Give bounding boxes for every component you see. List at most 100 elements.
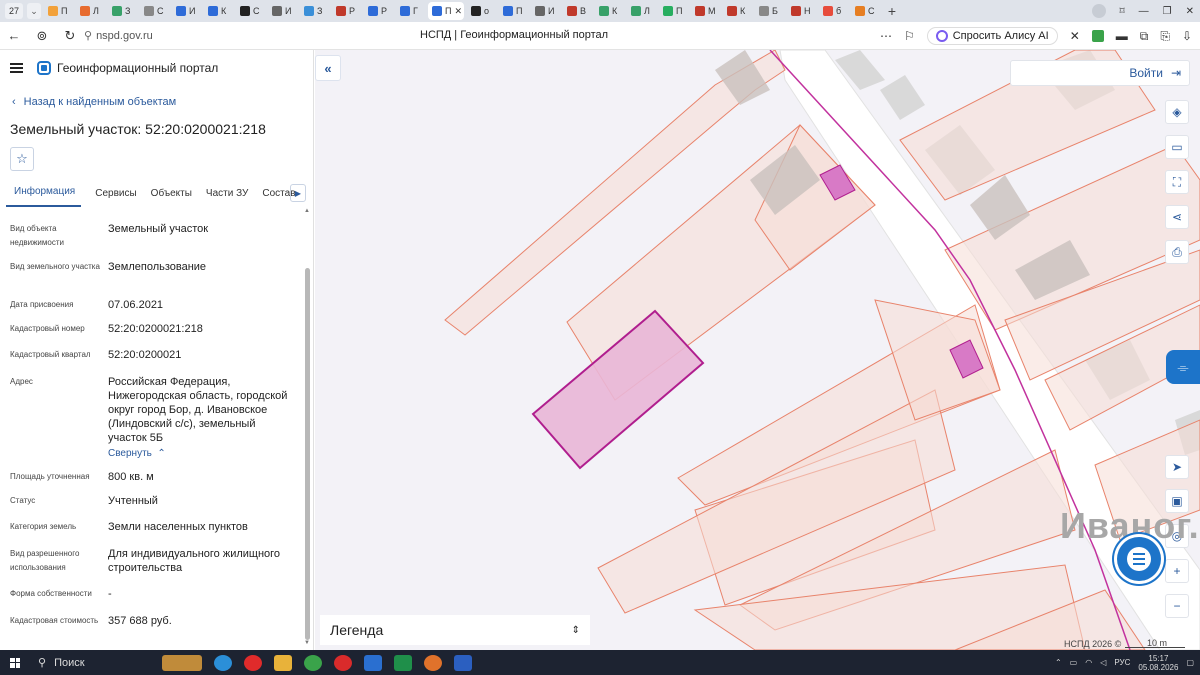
support-badge-button[interactable]: ⌯ bbox=[1166, 350, 1200, 384]
browser-tab[interactable]: С bbox=[236, 2, 265, 20]
browser-tab[interactable]: И bbox=[172, 2, 201, 20]
extension-pin-icon[interactable]: ✕ bbox=[1070, 29, 1080, 43]
restore-icon[interactable]: ❐ bbox=[1163, 6, 1172, 17]
tab-close-icon[interactable]: ✕ bbox=[454, 6, 462, 17]
tray-chevron-icon[interactable]: ⌃ bbox=[1055, 658, 1062, 667]
share-button[interactable]: ⋖ bbox=[1165, 205, 1189, 229]
browser-tab[interactable]: Л bbox=[627, 2, 656, 20]
extension-green-icon[interactable] bbox=[1091, 30, 1104, 42]
tabs-next-arrow-icon[interactable]: ▶ bbox=[290, 184, 306, 202]
bookmark-flag-icon[interactable]: ⚐ bbox=[904, 29, 915, 43]
browser-tab[interactable]: З bbox=[108, 2, 137, 20]
network-icon[interactable]: ▭ bbox=[1070, 658, 1078, 667]
scroll-up-arrow-icon[interactable]: ▲ bbox=[304, 208, 310, 214]
attribute-label: Дата присвоения bbox=[10, 300, 74, 309]
yandex-browser-icon[interactable] bbox=[244, 654, 262, 671]
browser-tab[interactable]: б bbox=[819, 2, 848, 20]
browser-tab[interactable]: П bbox=[44, 2, 73, 20]
chat-assistant-button[interactable] bbox=[1117, 537, 1161, 581]
clock[interactable]: 15:17 05.08.2026 bbox=[1138, 654, 1178, 672]
more-dots-icon[interactable]: ⋯ bbox=[880, 29, 892, 43]
browser-tab[interactable]: И bbox=[531, 2, 560, 20]
word-icon[interactable] bbox=[454, 654, 472, 671]
downloads-icon[interactable]: ⇩ bbox=[1182, 29, 1192, 43]
select-area-button[interactable]: ⛶ bbox=[1165, 170, 1189, 194]
tab-information[interactable]: Информация bbox=[6, 186, 82, 207]
print-button[interactable]: ⎙ bbox=[1165, 240, 1189, 264]
collections-icon[interactable]: ⎘ bbox=[1160, 29, 1170, 44]
legend-toggle[interactable]: Легенда ⇕ bbox=[320, 615, 590, 645]
taskbar-search[interactable]: ⚲ Поиск bbox=[30, 650, 150, 675]
ask-alice-button[interactable]: Спросить Алису AI bbox=[926, 27, 1058, 45]
zoom-in-button[interactable]: + bbox=[1165, 559, 1189, 583]
browser-tab[interactable]: С bbox=[140, 2, 169, 20]
attribute-label: Кадастровый номер bbox=[10, 324, 85, 333]
extension-cap-icon[interactable]: ▬ bbox=[1116, 29, 1128, 43]
edge-browser-icon[interactable] bbox=[214, 654, 232, 671]
minimize-icon[interactable]: — bbox=[1139, 6, 1149, 17]
browser-tab[interactable]: Л bbox=[76, 2, 105, 20]
login-button[interactable]: Войти ⇥ bbox=[1010, 60, 1190, 86]
browser-tab[interactable]: Р bbox=[332, 2, 361, 20]
cadastral-map[interactable] bbox=[315, 50, 1200, 650]
panel-scrollbar[interactable] bbox=[305, 268, 310, 640]
profile-avatar[interactable] bbox=[1091, 4, 1106, 18]
extensions-puzzle-icon[interactable]: ⧉ bbox=[1140, 29, 1149, 44]
browser-tab[interactable]: К bbox=[723, 2, 752, 20]
menu-burger-icon[interactable] bbox=[10, 63, 23, 73]
language-indicator[interactable]: РУС bbox=[1114, 658, 1130, 667]
back-arrow-icon[interactable]: ← bbox=[0, 22, 28, 50]
tab-list-chevron-icon[interactable]: ⌄ bbox=[27, 3, 41, 19]
zoom-out-button[interactable]: − bbox=[1165, 594, 1189, 618]
browser-tab[interactable]: П ✕ bbox=[428, 2, 464, 20]
excel-icon[interactable] bbox=[394, 654, 412, 671]
browser-tab[interactable]: П bbox=[659, 2, 688, 20]
tab-favicon-icon bbox=[599, 6, 609, 16]
layers-button[interactable]: ◈ bbox=[1165, 100, 1189, 124]
app-orange-icon[interactable] bbox=[424, 654, 442, 671]
browser-tab[interactable]: В bbox=[563, 2, 592, 20]
tab-land-parts[interactable]: Части ЗУ bbox=[206, 188, 248, 207]
browser-tab[interactable]: К bbox=[595, 2, 624, 20]
reload-icon[interactable]: ↻ bbox=[56, 22, 84, 50]
browser-tab[interactable]: П bbox=[499, 2, 528, 20]
panel-header: Геоинформационный портал bbox=[0, 50, 313, 86]
browser-tab[interactable]: С bbox=[851, 2, 880, 20]
collapse-address-link[interactable]: Свернуть ⌃ bbox=[108, 448, 166, 459]
favorite-star-button[interactable]: ☆ bbox=[10, 147, 34, 171]
file-explorer-icon[interactable] bbox=[274, 654, 292, 671]
attribute-label: Площадь уточненная bbox=[10, 472, 90, 481]
browser-tab[interactable]: Р bbox=[364, 2, 393, 20]
wifi-icon[interactable]: ◠ bbox=[1085, 658, 1092, 667]
app-window-icon[interactable] bbox=[364, 654, 382, 671]
widget-icon[interactable] bbox=[162, 654, 202, 671]
browser-tab[interactable]: К bbox=[204, 2, 233, 20]
close-window-icon[interactable]: ✕ bbox=[1186, 6, 1194, 17]
bookmark-icon[interactable]: ⌑ bbox=[1120, 6, 1125, 17]
opera-icon[interactable] bbox=[334, 654, 352, 671]
start-button[interactable] bbox=[0, 650, 30, 675]
browser-tab[interactable]: И bbox=[268, 2, 297, 20]
url-text[interactable]: nspd.gov.ru bbox=[96, 30, 153, 42]
browser-tab[interactable]: о bbox=[467, 2, 496, 20]
notifications-icon[interactable]: ▢ bbox=[1186, 658, 1194, 667]
back-to-results-link[interactable]: ‹ Назад к найденным объектам bbox=[12, 96, 176, 108]
volume-icon[interactable]: ◁ bbox=[1100, 658, 1106, 667]
browser-tab[interactable]: М bbox=[691, 2, 720, 20]
measure-button[interactable]: ▭ bbox=[1165, 135, 1189, 159]
browser-tab[interactable]: Г bbox=[396, 2, 425, 20]
browser-tab[interactable]: Б bbox=[755, 2, 784, 20]
attribute-label: Форма собственности bbox=[10, 589, 92, 598]
chrome-icon[interactable] bbox=[304, 654, 322, 671]
tab-services[interactable]: Сервисы bbox=[95, 188, 136, 207]
locate-button[interactable]: ➤ bbox=[1165, 455, 1189, 479]
collapse-panel-button[interactable]: « bbox=[315, 55, 341, 81]
tab-counter[interactable]: 27 bbox=[5, 3, 23, 19]
browser-tab[interactable]: Н bbox=[787, 2, 816, 20]
site-info-icon[interactable]: ⚲ bbox=[84, 29, 92, 42]
yandex-shield-icon[interactable]: ⊚ bbox=[28, 22, 56, 50]
browser-tab[interactable]: З bbox=[300, 2, 329, 20]
scroll-down-arrow-icon[interactable]: ▼ bbox=[304, 640, 310, 646]
new-tab-plus-icon[interactable]: + bbox=[884, 3, 900, 19]
tab-objects[interactable]: Объекты bbox=[151, 188, 192, 207]
